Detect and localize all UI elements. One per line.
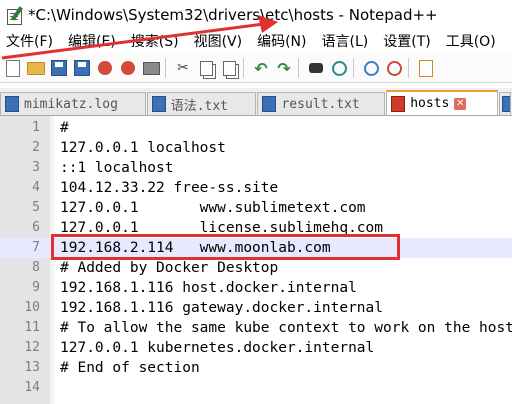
tab-mimikatz-log[interactable]: mimikatz.log [0,92,146,115]
menu-bar: 文件(F) 编辑(E) 搜索(S) 视图(V) 编码(N) 语言(L) 设置(T… [0,30,512,52]
line-number: 9 [32,280,40,295]
copy-icon[interactable] [196,58,216,78]
save-all-icon[interactable] [72,58,92,78]
zoom-in-icon[interactable] [361,58,381,78]
editor-line: 11 # To allow the same kube context to w… [0,318,512,338]
tab-label: mimikatz.log [24,96,118,112]
zoom-out-icon[interactable] [384,58,404,78]
line-text: 127.0.0.1 localhost [60,140,226,156]
toolbar-separator [408,58,409,78]
tab-label: 语法.txt [170,98,229,114]
close-all-icon[interactable] [118,58,138,78]
unsaved-file-icon [391,95,406,112]
new-file-icon[interactable] [3,58,23,78]
tab-label: result.txt [281,96,360,112]
paste-icon[interactable] [219,58,239,78]
undo-icon[interactable]: ↶ [251,58,271,78]
find-icon[interactable] [306,58,326,78]
print-icon[interactable] [141,58,161,78]
menu-search[interactable]: 搜索(S) [131,31,179,51]
saved-file-icon [5,96,19,112]
toolbar: ✂ ↶ ↷ [0,54,512,83]
tab-label: hosts [410,96,450,111]
save-icon[interactable] [49,58,69,78]
sync-icon[interactable] [416,58,436,78]
editor-line: 4 104.12.33.22 free-ss.site [0,178,512,198]
menu-view[interactable]: 视图(V) [194,31,243,51]
editor-line: 2 127.0.0.1 localhost [0,138,512,158]
toolbar-separator [243,58,244,78]
close-icon[interactable] [95,58,115,78]
editor-line: 5 127.0.0.1 www.sublimetext.com [0,198,512,218]
saved-file-icon [262,96,277,112]
tab-hosts[interactable]: hosts ✕ [386,90,499,115]
line-number: 3 [32,160,40,175]
menu-edit[interactable]: 编辑(E) [68,31,116,51]
line-text: 192.168.1.116 gateway.docker.internal [60,300,384,316]
line-number: 2 [32,140,40,155]
title-bar: *C:\Windows\System32\drivers\etc\hosts -… [0,0,512,30]
tab-close-icon[interactable]: ✕ [454,97,467,110]
line-text: 127.0.0.1 www.sublimetext.com [60,200,366,216]
line-number: 8 [32,260,40,275]
tab-bar: mimikatz.log 语法.txt result.txt hosts ✕ 高 [0,88,512,116]
line-text: # End of section [60,360,200,376]
line-number: 10 [24,300,40,315]
line-text: # Added by Docker Desktop [60,260,279,276]
editor-line: 12 127.0.0.1 kubernetes.docker.internal [0,338,512,358]
toolbar-separator [165,58,166,78]
line-text: 127.0.0.1 license.sublimehq.com [60,220,384,236]
toolbar-separator [298,58,299,78]
menu-tools[interactable]: 工具(O) [446,31,496,51]
editor-line: 1 # [0,118,512,138]
line-number: 13 [24,360,40,375]
open-folder-icon[interactable] [26,58,46,78]
line-number: 1 [32,120,40,135]
line-number: 12 [24,340,40,355]
line-number: 14 [24,380,40,395]
line-text: # To allow the same kube context to work… [60,320,512,336]
line-number: 7 [32,240,40,255]
editor-line: 9 192.168.1.116 host.docker.internal [0,278,512,298]
editor-line: 14 [0,378,512,398]
toolbar-separator [353,58,354,78]
replace-icon[interactable] [329,58,349,78]
line-number: 11 [24,320,40,335]
editor-line-current: 7 192.168.2.114 www.moonlab.com [0,238,512,258]
tab-result-txt[interactable]: result.txt [257,92,386,115]
line-text: 192.168.2.114 www.moonlab.com [60,240,331,256]
line-number: 5 [32,200,40,215]
line-number: 6 [32,220,40,235]
saved-file-icon [151,96,166,112]
saved-file-icon [502,96,511,112]
window-title: *C:\Windows\System32\drivers\etc\hosts -… [28,6,438,24]
editor-line: 3 ::1 localhost [0,158,512,178]
editor-line: 6 127.0.0.1 license.sublimehq.com [0,218,512,238]
menu-encoding[interactable]: 编码(N) [257,31,306,51]
menu-language[interactable]: 语言(L) [322,31,369,51]
line-text: 104.12.33.22 free-ss.site [60,180,279,196]
tab-syntax-txt[interactable]: 语法.txt [146,92,257,115]
editor-line: 8 # Added by Docker Desktop [0,258,512,278]
menu-file[interactable]: 文件(F) [6,31,53,51]
line-text: ::1 localhost [60,160,174,176]
text-editor[interactable]: 1 # 2 127.0.0.1 localhost 3 ::1 localhos… [0,116,512,404]
redo-icon[interactable]: ↷ [274,58,294,78]
cut-icon[interactable]: ✂ [173,58,193,78]
line-number: 4 [32,180,40,195]
tab-overflow[interactable]: 高 [499,92,511,115]
editor-line: 10 192.168.1.116 gateway.docker.internal [0,298,512,318]
editor-line: 13 # End of section [0,358,512,378]
line-text: 192.168.1.116 host.docker.internal [60,280,357,296]
notepad-plus-plus-icon [6,6,24,25]
menu-settings[interactable]: 设置(T) [383,31,430,51]
line-text: 127.0.0.1 kubernetes.docker.internal [60,340,375,356]
line-text: # [60,120,69,136]
